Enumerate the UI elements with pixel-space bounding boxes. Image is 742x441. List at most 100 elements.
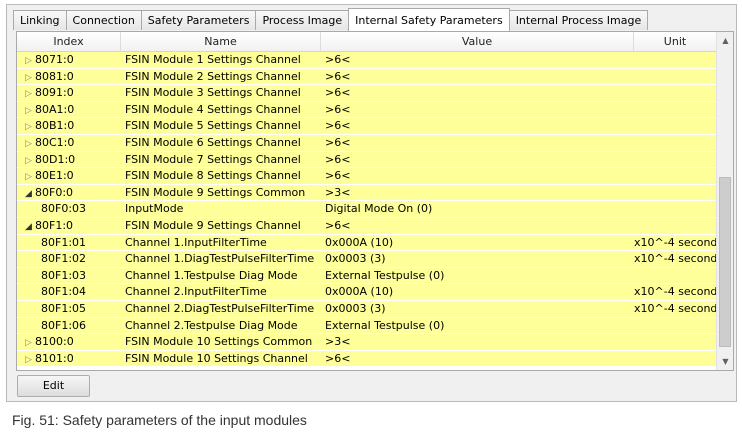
row-index-text: 80F0:0 xyxy=(35,185,74,199)
expand-arrow-icon[interactable]: ▷ xyxy=(25,136,35,151)
row-value-cell[interactable]: >6< xyxy=(321,102,634,118)
vertical-scrollbar[interactable]: ▲ ▼ xyxy=(716,32,733,370)
table-row[interactable]: ◢ 80F0:0 FSIN Module 9 Settings Common >3< xyxy=(17,184,717,202)
scroll-down-icon[interactable]: ▼ xyxy=(717,353,734,370)
row-value-cell[interactable]: >6< xyxy=(321,218,634,234)
table-row[interactable]: ▷ 80E1:0 FSIN Module 8 Settings Channel >6< xyxy=(17,168,717,185)
expand-arrow-icon[interactable]: ▷ xyxy=(25,119,35,134)
row-name-cell: FSIN Module 6 Settings Channel xyxy=(125,135,301,149)
parameter-grid: Index Name Value Unit ▷ 8071:0 FSIN Module… xyxy=(17,32,717,370)
row-name-cell: FSIN Module 8 Settings Channel xyxy=(125,169,301,183)
collapse-arrow-icon[interactable]: ◢ xyxy=(25,186,35,201)
row-index-text: 80E1:0 xyxy=(35,169,74,183)
row-index-text: 80F1:04 xyxy=(41,285,87,299)
row-index-text: 80F1:03 xyxy=(41,268,87,282)
table-row[interactable]: ▷ 8091:0 FSIN Module 3 Settings Channel >6< xyxy=(17,85,717,102)
table-row[interactable]: 80F1:04 Channel 2.InputFilterTime 0x000A (… xyxy=(17,284,717,301)
row-index-cell: ◢ 80F0:0 xyxy=(17,185,121,201)
column-header-value[interactable]: Value xyxy=(321,32,634,51)
row-unit-cell xyxy=(634,334,717,350)
row-index-text: 80C1:0 xyxy=(35,135,75,149)
table-row[interactable]: ▷ 8100:0 FSIN Module 10 Settings Common >3< xyxy=(17,334,717,351)
row-name-cell: Channel 1.InputFilterTime xyxy=(125,235,267,249)
table-row[interactable]: 80F1:06 Channel 2.Testpulse Diag Mode Exte… xyxy=(17,317,717,335)
row-value-cell[interactable]: >3< xyxy=(321,185,634,201)
row-value-cell[interactable]: 0x0003 (3) xyxy=(321,301,634,317)
tab-internal-safety-parameters[interactable]: Internal Safety Parameters xyxy=(348,8,510,31)
expand-arrow-icon[interactable]: ▷ xyxy=(25,153,35,168)
tab-linking[interactable]: Linking xyxy=(13,10,67,30)
row-unit-cell xyxy=(634,218,717,234)
row-value-cell[interactable]: >6< xyxy=(321,85,634,101)
row-index-text: 80A1:0 xyxy=(35,102,75,116)
row-value-cell[interactable]: >6< xyxy=(321,69,634,85)
row-value-cell[interactable]: >6< xyxy=(321,168,634,184)
table-row[interactable]: 80F1:02 Channel 1.DiagTestPulseFilterTime… xyxy=(17,251,717,268)
tab-strip: Linking Connection Safety Parameters Pro… xyxy=(13,8,649,31)
row-unit-cell xyxy=(634,168,717,184)
expand-arrow-icon[interactable]: ▷ xyxy=(25,169,35,184)
collapse-arrow-icon[interactable]: ◢ xyxy=(25,219,35,234)
column-header-name[interactable]: Name xyxy=(121,32,321,51)
table-row[interactable]: 80F1:03 Channel 1.Testpulse Diag Mode Exte… xyxy=(17,267,717,285)
tab-connection[interactable]: Connection xyxy=(65,10,142,30)
row-value-cell[interactable]: 0x000A (10) xyxy=(321,284,634,300)
scroll-up-icon[interactable]: ▲ xyxy=(717,32,734,49)
row-index-cell: ◢ 80F1:0 xyxy=(17,218,121,234)
expand-arrow-icon[interactable]: ▷ xyxy=(25,53,35,68)
expand-arrow-icon[interactable]: ▷ xyxy=(25,335,35,350)
row-value-cell[interactable]: External Testpulse (0) xyxy=(321,318,634,334)
grid-header: Index Name Value Unit xyxy=(17,32,717,52)
tab-internal-process-image[interactable]: Internal Process Image xyxy=(508,10,649,30)
row-index-cell: 80F1:03 xyxy=(17,268,121,284)
table-row[interactable]: ▷ 8101:0 FSIN Module 10 Settings Channel >6… xyxy=(17,350,717,368)
table-row[interactable]: ◢ 80F1:0 FSIN Module 9 Settings Channel >6< xyxy=(17,217,717,235)
table-row[interactable]: 80F1:05 Channel 2.DiagTestPulseFilterTime… xyxy=(17,300,717,318)
row-value-cell[interactable]: >3< xyxy=(321,334,634,350)
row-index-text: 8071:0 xyxy=(35,53,74,66)
row-unit-cell xyxy=(634,152,717,168)
row-unit-cell xyxy=(634,351,717,367)
figure-caption: Fig. 51: Safety parameters of the input … xyxy=(12,412,307,428)
expand-arrow-icon[interactable]: ▷ xyxy=(25,352,35,367)
row-value-cell[interactable]: >6< xyxy=(321,351,634,367)
tab-process-image[interactable]: Process Image xyxy=(255,10,350,30)
table-row[interactable]: 80F0:03 InputMode Digital Mode On (0) xyxy=(17,201,717,218)
column-header-index[interactable]: Index xyxy=(17,32,121,51)
scrollbar-thumb[interactable] xyxy=(719,177,731,347)
row-unit-cell xyxy=(634,52,717,68)
row-index-text: 80F1:0 xyxy=(35,218,74,232)
row-name-cell: Channel 1.Testpulse Diag Mode xyxy=(125,268,298,282)
row-value-cell[interactable]: Digital Mode On (0) xyxy=(321,201,634,217)
row-value-cell[interactable]: 0x0003 (3) xyxy=(321,251,634,267)
row-index-text: 8081:0 xyxy=(35,69,74,83)
row-name-cell: InputMode xyxy=(125,202,184,216)
column-header-unit[interactable]: Unit xyxy=(634,32,717,51)
row-index-cell: ▷ 8101:0 xyxy=(17,351,121,367)
row-unit-cell xyxy=(634,135,717,151)
row-index-text: 80F1:01 xyxy=(41,235,87,249)
row-value-cell[interactable]: 0x000A (10) xyxy=(321,235,634,251)
table-row[interactable]: 80F1:01 Channel 1.InputFilterTime 0x000A (… xyxy=(17,234,717,252)
row-index-cell: ▷ 8071:0 xyxy=(17,52,121,68)
table-row[interactable]: ▷ 80A1:0 FSIN Module 4 Settings Channel >6< xyxy=(17,101,717,119)
row-index-cell: 80F1:01 xyxy=(17,235,121,251)
row-value-cell[interactable]: >6< xyxy=(321,52,634,68)
table-row[interactable]: ▷ 80B1:0 FSIN Module 5 Settings Channel >6< xyxy=(17,118,717,135)
expand-arrow-icon[interactable]: ▷ xyxy=(25,103,35,118)
internal-safety-parameters-window: Linking Connection Safety Parameters Pro… xyxy=(6,4,737,402)
row-value-cell[interactable]: >6< xyxy=(321,152,634,168)
edit-button[interactable]: Edit xyxy=(17,375,90,397)
table-row[interactable]: ▷ 8081:0 FSIN Module 2 Settings Channel >6< xyxy=(17,68,717,86)
expand-arrow-icon[interactable]: ▷ xyxy=(25,86,35,101)
table-row[interactable]: ▷ 80D1:0 FSIN Module 7 Settings Channel >6< xyxy=(17,151,717,169)
tab-safety-parameters[interactable]: Safety Parameters xyxy=(140,10,257,30)
row-name-cell: FSIN Module 9 Settings Common xyxy=(125,185,306,199)
row-value-cell[interactable]: >6< xyxy=(321,135,634,151)
row-index-text: 80D1:0 xyxy=(35,152,76,166)
row-value-cell[interactable]: >6< xyxy=(321,118,634,134)
expand-arrow-icon[interactable]: ▷ xyxy=(25,70,35,85)
row-value-cell[interactable]: External Testpulse (0) xyxy=(321,268,634,284)
table-row[interactable]: ▷ 80C1:0 FSIN Module 6 Settings Channel >6< xyxy=(17,134,717,152)
table-row[interactable]: ▷ 8071:0 FSIN Module 1 Settings Channel >6< xyxy=(17,52,717,69)
